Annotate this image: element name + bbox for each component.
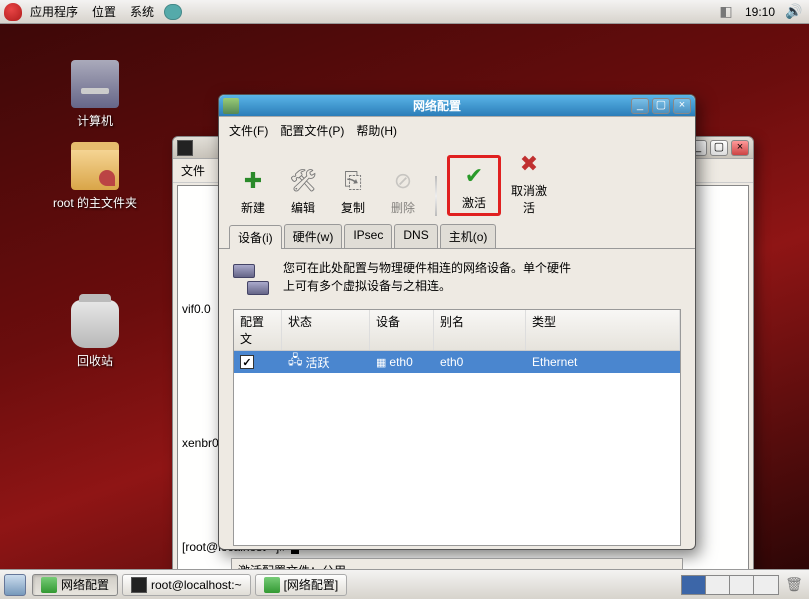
cross-icon: ✖ (513, 148, 545, 180)
table-body-empty[interactable] (234, 373, 680, 545)
home-folder-icon (71, 142, 119, 190)
netcfg-menubar: 文件(F) 配置文件(P) 帮助(H) (219, 117, 695, 144)
desktop-icon-home[interactable]: root 的主文件夹 (50, 142, 140, 211)
activate-button[interactable]: ✔ 激活 (452, 160, 496, 211)
desktop-icon-label: root 的主文件夹 (50, 194, 140, 211)
trash-icon (71, 300, 119, 348)
desktop-icon-trash[interactable]: 回收站 (50, 300, 140, 369)
info-text: 您可在此处配置与物理硬件相连的网络设备。单个硬件 上可有多个虚拟设备与之相连。 (283, 259, 571, 299)
new-button[interactable]: ✚ 新建 (231, 165, 275, 216)
terminal-task-icon (131, 577, 147, 593)
close-button[interactable]: × (673, 98, 691, 114)
copy-icon: ⎘ (337, 165, 369, 197)
cell-type: Ethernet (526, 353, 680, 371)
nic-icon: 🖧 (288, 351, 303, 373)
checkbox-icon[interactable]: ✓ (240, 355, 254, 369)
netcfg-title-icon (223, 98, 239, 114)
minimize-button[interactable]: _ (631, 98, 649, 114)
taskbar-item-netcfg[interactable]: 网络配置 (32, 574, 118, 596)
activate-highlight: ✔ 激活 (447, 155, 501, 216)
col-type[interactable]: 类型 (526, 310, 680, 350)
desktop-icon-label: 计算机 (50, 112, 140, 129)
check-icon: ✔ (458, 160, 490, 192)
menu-file[interactable]: 文件(F) (225, 120, 272, 141)
copy-button[interactable]: ⎘ 复制 (331, 165, 375, 216)
cell-alias: eth0 (434, 353, 526, 371)
close-button[interactable]: × (731, 140, 749, 156)
tab-hosts[interactable]: 主机(o) (440, 224, 497, 248)
terminal-menu-file[interactable]: 文件 (181, 162, 205, 179)
table-header: 配置文 状态 设备 别名 类型 (234, 310, 680, 351)
info-row: 您可在此处配置与物理硬件相连的网络设备。单个硬件 上可有多个虚拟设备与之相连。 (233, 259, 681, 299)
workspace-3[interactable] (730, 576, 754, 594)
cell-config[interactable]: ✓ (234, 353, 282, 371)
col-device[interactable]: 设备 (370, 310, 434, 350)
taskbar-item-terminal[interactable]: root@localhost:~ (122, 574, 251, 596)
device-table: 配置文 状态 设备 别名 类型 ✓ 🖧活跃 ▦eth0 eth0 Etherne… (233, 309, 681, 546)
netcfg-toolbar: ✚ 新建 🛠 编辑 ⎘ 复制 ⊘ 删除 ✔ 激活 (219, 144, 695, 224)
panel-trash-icon[interactable]: 🗑 (785, 576, 803, 594)
desktop-icon-computer[interactable]: 计算机 (50, 60, 140, 129)
menu-applications[interactable]: 应用程序 (24, 1, 84, 22)
netcfg-task-icon (41, 577, 57, 593)
tab-dns[interactable]: DNS (394, 224, 437, 248)
tab-ipsec[interactable]: IPsec (344, 224, 392, 248)
deactivate-button[interactable]: ✖ 取消激活 (507, 148, 551, 216)
col-alias[interactable]: 别名 (434, 310, 526, 350)
edit-icon: 🛠 (287, 165, 319, 197)
network-cards-icon (233, 259, 273, 299)
desktop[interactable]: 计算机 root 的主文件夹 回收站 _ ▢ × 文件 vif0.0 xenbr… (0, 24, 809, 569)
netcfg-tabs: 设备(i) 硬件(w) IPsec DNS 主机(o) (219, 224, 695, 249)
tab-panel-devices: 您可在此处配置与物理硬件相连的网络设备。单个硬件 上可有多个虚拟设备与之相连。 … (219, 249, 695, 558)
delete-icon: ⊘ (387, 165, 419, 197)
cell-status: 🖧活跃 (282, 349, 370, 375)
col-config[interactable]: 配置文 (234, 310, 282, 350)
tab-hardware[interactable]: 硬件(w) (284, 224, 343, 248)
toolbar-separator (435, 176, 437, 216)
workspace-2[interactable] (706, 576, 730, 594)
volume-icon[interactable] (785, 3, 803, 21)
computer-icon (71, 60, 119, 108)
maximize-button[interactable]: ▢ (710, 140, 728, 156)
table-row[interactable]: ✓ 🖧活跃 ▦eth0 eth0 Ethernet (234, 351, 680, 373)
terminal-title-icon (177, 140, 193, 156)
cell-device: ▦eth0 (370, 353, 434, 371)
netcfg-task-icon (264, 577, 280, 593)
tab-devices[interactable]: 设备(i) (229, 225, 282, 249)
clock[interactable]: 19:10 (739, 5, 781, 19)
quick-launch-icon[interactable] (164, 3, 182, 21)
netcfg-titlebar[interactable]: 网络配置 _ ▢ × (219, 95, 695, 117)
edit-button[interactable]: 🛠 编辑 (281, 165, 325, 216)
delete-button: ⊘ 删除 (381, 165, 425, 216)
menu-system[interactable]: 系统 (124, 1, 160, 22)
show-desktop-button[interactable] (4, 574, 26, 596)
eth-icon: ▦ (376, 356, 386, 369)
menu-help[interactable]: 帮助(H) (352, 120, 401, 141)
maximize-button[interactable]: ▢ (652, 98, 670, 114)
menu-places[interactable]: 位置 (86, 1, 122, 22)
workspace-switcher[interactable] (681, 575, 779, 595)
workspace-1[interactable] (682, 576, 706, 594)
update-tray-icon[interactable]: ◧ (717, 3, 735, 21)
taskbar-item-netcfg2[interactable]: [网络配置] (255, 574, 348, 596)
col-status[interactable]: 状态 (282, 310, 370, 350)
bottom-panel: 网络配置 root@localhost:~ [网络配置] 🗑 (0, 569, 809, 599)
workspace-4[interactable] (754, 576, 778, 594)
new-icon: ✚ (237, 165, 269, 197)
network-config-window[interactable]: 网络配置 _ ▢ × 文件(F) 配置文件(P) 帮助(H) ✚ 新建 🛠 编辑… (218, 94, 696, 550)
distro-logo-icon[interactable] (4, 3, 22, 21)
netcfg-title: 网络配置 (243, 97, 631, 114)
top-panel: 应用程序 位置 系统 ◧ 19:10 (0, 0, 809, 24)
desktop-icon-label: 回收站 (50, 352, 140, 369)
menu-profile[interactable]: 配置文件(P) (276, 120, 348, 141)
